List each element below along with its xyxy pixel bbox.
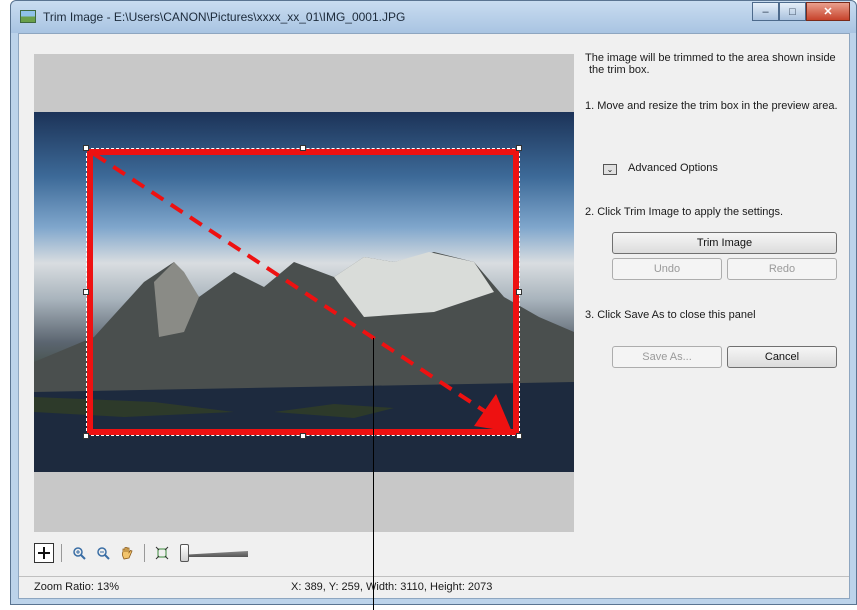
step-2-text: 2. Click Trim Image to apply the setting…	[585, 206, 784, 218]
status-bar: Zoom Ratio: 13% X: 389, Y: 259, Width: 3…	[19, 576, 849, 598]
step-3-text: 3. Click Save As to close this panel	[585, 309, 756, 321]
callout-line	[373, 338, 374, 610]
advanced-options-toggle-icon[interactable]: ⌄	[603, 164, 617, 175]
preview-toolbar	[34, 541, 250, 565]
trim-image-button[interactable]: Trim Image	[612, 232, 837, 254]
step-1-text: 1. Move and resize the trim box in the p…	[585, 100, 838, 112]
trim-tool-icon[interactable]	[34, 543, 54, 563]
intro-text-2: the trim box.	[589, 64, 650, 76]
undo-button[interactable]: Undo	[612, 258, 722, 280]
save-as-button[interactable]: Save As...	[612, 346, 722, 368]
window-controls: ‒ □ ✕	[752, 2, 850, 21]
zoom-slider-thumb[interactable]	[180, 544, 189, 562]
cancel-button[interactable]: Cancel	[727, 346, 837, 368]
zoom-in-icon[interactable]	[69, 543, 89, 563]
maximize-button[interactable]: □	[779, 2, 806, 21]
title-bar[interactable]: Trim Image - E:\Users\CANON\Pictures\xxx…	[11, 1, 856, 33]
minimize-button[interactable]: ‒	[752, 2, 779, 21]
redo-button[interactable]: Redo	[727, 258, 837, 280]
toolbar-separator	[61, 544, 62, 562]
image-icon	[20, 10, 36, 23]
window-title: Trim Image - E:\Users\CANON\Pictures\xxx…	[43, 10, 406, 24]
zoom-slider-track	[186, 551, 248, 557]
zoom-slider[interactable]	[180, 543, 250, 563]
preview-area[interactable]	[34, 54, 574, 532]
hand-icon[interactable]	[117, 543, 137, 563]
close-button[interactable]: ✕	[806, 2, 850, 21]
fit-to-window-icon[interactable]	[152, 543, 172, 563]
client-area: The image will be trimmed to the area sh…	[18, 33, 850, 599]
toolbar-separator	[144, 544, 145, 562]
zoom-out-icon[interactable]	[93, 543, 113, 563]
zoom-ratio: Zoom Ratio: 13%	[34, 581, 119, 593]
trim-coordinates: X: 389, Y: 259, Width: 3110, Height: 207…	[291, 581, 493, 593]
drag-direction-arrow	[92, 152, 512, 432]
trim-image-window: Trim Image - E:\Users\CANON\Pictures\xxx…	[10, 0, 857, 605]
advanced-options-label[interactable]: Advanced Options	[628, 162, 718, 175]
